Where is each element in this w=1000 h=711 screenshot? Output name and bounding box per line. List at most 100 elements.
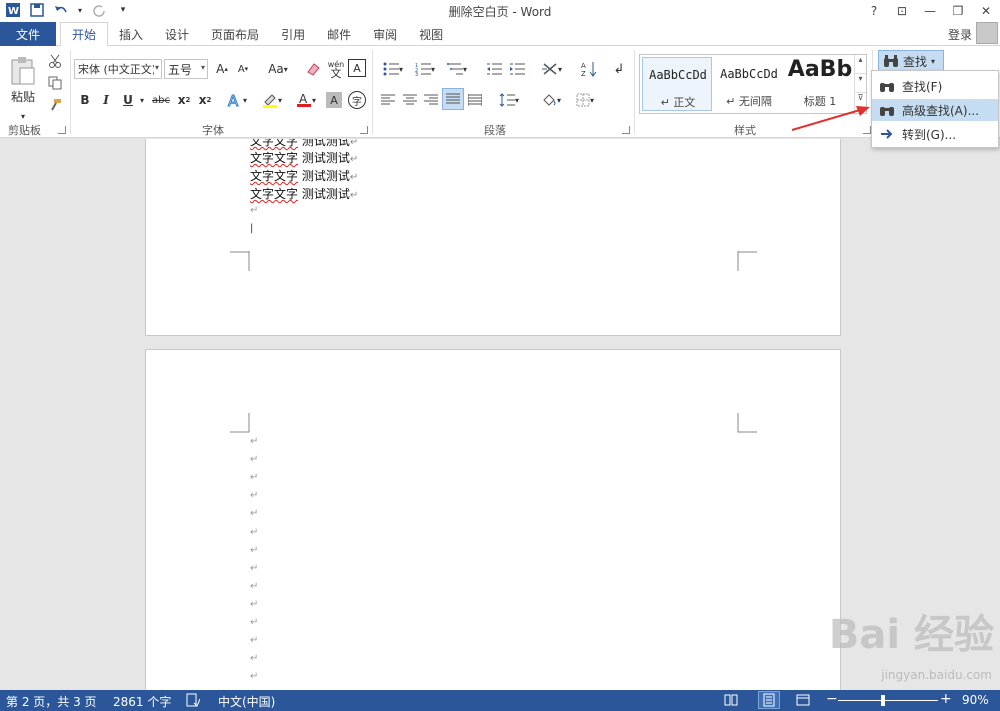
tab-home[interactable]: 开始 bbox=[60, 22, 109, 47]
tab-mailings[interactable]: 邮件 bbox=[316, 22, 362, 46]
text-line[interactable]: 文字文字 测试测试↵ bbox=[250, 149, 358, 166]
login-link[interactable]: 登录 bbox=[948, 26, 972, 43]
menu-item-find[interactable]: 查找(F) bbox=[872, 75, 998, 97]
justify-icon bbox=[446, 93, 460, 104]
tab-view[interactable]: 视图 bbox=[408, 22, 454, 46]
proofing-icon[interactable] bbox=[186, 693, 200, 707]
print-layout-icon[interactable] bbox=[758, 691, 780, 709]
font-name-combo[interactable]: 宋体 (中文正文) ▾ bbox=[74, 59, 162, 79]
subscript-button[interactable]: x2 bbox=[175, 90, 193, 110]
increase-indent-icon[interactable] bbox=[507, 59, 527, 79]
text-line[interactable]: 文字文字 测试测试↵ bbox=[250, 167, 358, 184]
tab-file[interactable]: 文件 bbox=[0, 22, 56, 46]
distributed-button[interactable] bbox=[465, 90, 485, 110]
baidu-watermark-url: jingyan.baidu.com bbox=[881, 668, 992, 682]
tab-insert[interactable]: 插入 bbox=[108, 22, 154, 46]
clipboard-launcher-icon[interactable] bbox=[58, 126, 66, 134]
menu-item-advanced-find[interactable]: 高级查找(A)... bbox=[872, 99, 998, 121]
find-button[interactable]: 查找 ▾ bbox=[878, 50, 944, 72]
ribbon-display-button[interactable]: ⊡ bbox=[888, 0, 916, 22]
clear-formatting-icon[interactable] bbox=[304, 59, 322, 79]
paragraph-mark: ↵ bbox=[250, 436, 259, 447]
paragraph-mark: ↵ bbox=[250, 508, 259, 520]
distributed-icon bbox=[468, 94, 482, 106]
text-line[interactable]: 文字文字 测试测试↵ bbox=[250, 185, 358, 202]
multilevel-list-button[interactable]: ▾ bbox=[442, 59, 472, 79]
svg-text:3: 3 bbox=[415, 72, 418, 76]
align-center-button[interactable] bbox=[400, 90, 420, 110]
scroll-down-icon[interactable]: ▾ bbox=[855, 74, 866, 93]
read-mode-icon[interactable] bbox=[724, 693, 738, 707]
svg-text:A: A bbox=[299, 92, 308, 106]
tab-design[interactable]: 设计 bbox=[154, 22, 200, 46]
sort-icon[interactable]: AZ bbox=[578, 59, 600, 79]
character-border-button[interactable]: A bbox=[348, 59, 366, 77]
help-button[interactable]: ? bbox=[860, 0, 888, 22]
paint-bucket-icon bbox=[543, 94, 556, 106]
tab-references[interactable]: 引用 bbox=[270, 22, 316, 46]
maximize-button[interactable]: ❐ bbox=[944, 0, 972, 22]
underline-button[interactable]: U bbox=[119, 90, 137, 110]
phonetic-guide-button[interactable]: wén 文 bbox=[326, 57, 346, 81]
style-normal[interactable]: AaBbCcDd ↵ 正文 bbox=[642, 57, 712, 111]
decrease-indent-icon[interactable] bbox=[484, 59, 504, 79]
grow-font-icon[interactable]: A ▴ bbox=[213, 59, 231, 79]
text-effects-button[interactable]: A ▾ bbox=[224, 90, 250, 110]
zoom-in-button[interactable]: + bbox=[940, 691, 952, 707]
bullets-button[interactable]: ▾ bbox=[378, 59, 408, 79]
format-painter-icon[interactable] bbox=[46, 96, 64, 114]
zoom-out-button[interactable]: − bbox=[826, 691, 838, 707]
scroll-up-icon[interactable]: ▴ bbox=[855, 55, 866, 74]
superscript-button[interactable]: x2 bbox=[196, 90, 214, 110]
font-color-button[interactable]: A ▾ bbox=[292, 90, 320, 110]
word-count[interactable]: 2861 个字 bbox=[113, 693, 171, 710]
svg-text:A: A bbox=[581, 62, 586, 70]
find-dropdown-menu: 查找(F) 高级查找(A)... 转到(G)... bbox=[871, 70, 999, 148]
borders-icon bbox=[576, 93, 590, 107]
copy-icon[interactable] bbox=[46, 74, 64, 92]
enclose-characters-button[interactable]: 字 bbox=[348, 91, 366, 109]
text-line[interactable]: 文字文字 测试测试↵ bbox=[250, 139, 358, 149]
change-case-button[interactable]: Aa ▾ bbox=[262, 59, 294, 79]
tab-review[interactable]: 审阅 bbox=[362, 22, 408, 46]
shrink-font-icon[interactable]: A ▾ bbox=[234, 59, 252, 79]
paragraph-mark: ↵ bbox=[250, 205, 259, 216]
align-right-button[interactable] bbox=[421, 90, 441, 110]
zoom-slider[interactable] bbox=[838, 700, 938, 701]
language-indicator[interactable]: 中文(中国) bbox=[218, 693, 275, 710]
arrow-right-icon bbox=[881, 129, 893, 139]
show-marks-icon[interactable]: ↲ bbox=[610, 59, 628, 79]
zoom-level[interactable]: 90% bbox=[962, 693, 989, 707]
borders-button[interactable]: ▾ bbox=[570, 90, 600, 110]
highlight-color-button[interactable]: ▾ bbox=[258, 90, 286, 110]
numbering-button[interactable]: 1 2 3 ▾ bbox=[410, 59, 440, 79]
web-layout-icon[interactable] bbox=[796, 693, 810, 707]
minimize-button[interactable]: — bbox=[916, 0, 944, 22]
character-shading-button[interactable]: A bbox=[326, 92, 342, 108]
underline-dropdown-icon[interactable]: ▾ bbox=[138, 90, 146, 110]
font-size-combo[interactable]: 五号 ▾ bbox=[164, 59, 208, 79]
align-left-button[interactable] bbox=[378, 90, 398, 110]
numbering-icon: 123 bbox=[415, 63, 431, 76]
page-count[interactable]: 第 2 页，共 3 页 bbox=[6, 693, 97, 710]
paragraph-mark: ↵ bbox=[250, 635, 259, 647]
align-right-icon bbox=[424, 94, 438, 105]
chinese-layout-button[interactable]: ▾ bbox=[537, 59, 567, 79]
font-launcher-icon[interactable] bbox=[360, 126, 368, 134]
bold-button[interactable]: B bbox=[76, 90, 94, 110]
line-spacing-button[interactable]: ▾ bbox=[494, 90, 524, 110]
paste-dropdown-icon[interactable]: ▾ bbox=[18, 112, 28, 121]
zoom-slider-thumb[interactable] bbox=[881, 695, 885, 706]
strikethrough-button[interactable]: abc bbox=[150, 90, 172, 110]
close-button[interactable]: ✕ bbox=[972, 0, 1000, 22]
italic-button[interactable]: I bbox=[97, 90, 115, 110]
avatar[interactable] bbox=[976, 22, 998, 44]
paragraph-launcher-icon[interactable] bbox=[622, 126, 630, 134]
style-no-spacing[interactable]: AaBbCcDd ↵ 无间隔 bbox=[714, 57, 784, 111]
shading-button[interactable]: ▾ bbox=[536, 90, 566, 110]
menu-item-goto[interactable]: 转到(G)... bbox=[872, 123, 998, 145]
cut-icon[interactable] bbox=[46, 52, 64, 70]
tab-layout[interactable]: 页面布局 bbox=[200, 22, 270, 46]
paste-button[interactable]: 粘贴 bbox=[6, 52, 40, 108]
justify-button[interactable] bbox=[442, 88, 464, 110]
